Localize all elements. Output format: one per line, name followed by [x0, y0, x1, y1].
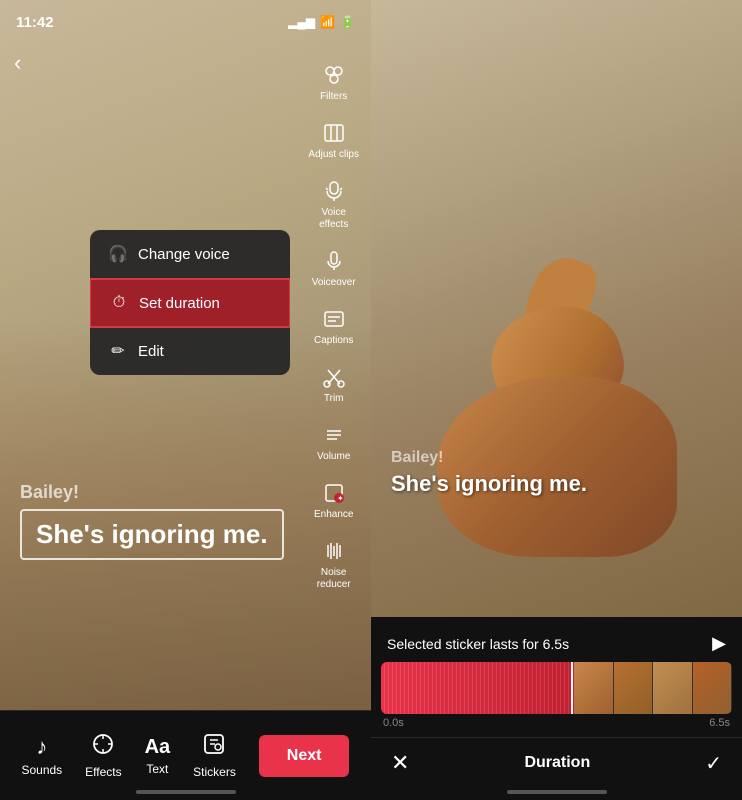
voice-effects-icon	[320, 177, 348, 205]
clock-icon: ⏱	[109, 294, 129, 312]
adjust-clips-icon	[320, 119, 348, 147]
timeline-area: 0.0s 6.5s	[371, 662, 742, 737]
text-tab[interactable]: Aa Text	[145, 736, 171, 776]
right-name: Bailey!	[391, 449, 587, 467]
adjust-clips-label: Adjust clips	[308, 149, 359, 161]
filters-label: Filters	[320, 91, 347, 103]
enhance-icon: ✦	[320, 479, 348, 507]
headphone-icon: 🎧	[108, 244, 128, 264]
effects-label: Effects	[85, 765, 121, 779]
text-label: Text	[146, 762, 168, 776]
context-edit[interactable]: ✏ Edit	[90, 327, 290, 375]
sounds-icon: ♪	[36, 734, 47, 760]
filters-icon	[320, 61, 348, 89]
home-indicator-left	[136, 790, 236, 794]
action-bar: ✕ Duration ✓	[371, 737, 742, 790]
stickers-label: Stickers	[193, 765, 236, 779]
captions-icon	[320, 305, 348, 333]
right-caption: She's ignoring me.	[391, 471, 587, 497]
timeline-frame-1	[574, 662, 613, 714]
video-text-overlay: Bailey! She's ignoring me.	[20, 482, 284, 560]
sticker-info-row: Selected sticker lasts for 6.5s ▶	[371, 627, 742, 662]
stickers-icon	[202, 732, 226, 762]
volume-icon	[320, 421, 348, 449]
toolbar-voiceover[interactable]: Voiceover	[308, 241, 360, 295]
trim-icon	[320, 363, 348, 391]
noise-reducer-label: Noisereducer	[317, 567, 351, 591]
captions-label: Captions	[314, 335, 353, 347]
timeline-start-label: 0.0s	[383, 717, 404, 729]
context-menu: 🎧 Change voice ⏱ Set duration ✏ Edit	[90, 230, 290, 375]
duration-title: Duration	[524, 754, 590, 772]
stickers-tab[interactable]: Stickers	[193, 732, 236, 779]
back-button[interactable]: ‹	[14, 50, 21, 76]
noise-reducer-icon	[320, 537, 348, 565]
home-indicator-right	[507, 790, 607, 794]
battery-icon: 🔋	[340, 15, 355, 29]
toolbar-captions[interactable]: Captions	[310, 299, 357, 353]
text-icon: Aa	[145, 736, 171, 759]
edit-icon: ✏	[108, 341, 128, 361]
right-bottom-controls: Selected sticker lasts for 6.5s ▶ 0.0s 6…	[371, 617, 742, 800]
svg-text:✦: ✦	[337, 494, 344, 503]
right-panel: Bailey! She's ignoring me. Selected stic…	[371, 0, 742, 800]
overlay-caption: She's ignoring me.	[36, 519, 268, 549]
sounds-tab[interactable]: ♪ Sounds	[21, 734, 62, 777]
context-set-duration[interactable]: ⏱ Set duration	[90, 278, 290, 328]
toolbar-enhance[interactable]: ✦ Enhance	[310, 473, 357, 527]
effects-tab[interactable]: Effects	[85, 732, 121, 779]
sounds-label: Sounds	[21, 763, 62, 777]
effects-icon	[91, 732, 115, 762]
timeline-cursor[interactable]	[571, 662, 573, 714]
edit-label: Edit	[138, 343, 164, 360]
toolbar-trim[interactable]: Trim	[316, 357, 352, 411]
toolbar-noise-reducer[interactable]: Noisereducer	[313, 531, 355, 597]
volume-label: Volume	[317, 451, 350, 463]
signal-icon: ▂▄▆	[288, 15, 315, 29]
right-toolbar: Filters Adjust clips Voiceeffects Voiceo…	[304, 55, 363, 597]
play-button[interactable]: ▶	[712, 633, 726, 654]
overlay-text-box[interactable]: She's ignoring me.	[20, 509, 284, 560]
next-button[interactable]: Next	[259, 735, 350, 777]
set-duration-label: Set duration	[139, 295, 220, 312]
timeline-end-label: 6.5s	[709, 717, 730, 729]
voiceover-icon	[320, 247, 348, 275]
context-change-voice[interactable]: 🎧 Change voice	[90, 230, 290, 279]
right-text-overlay: Bailey! She's ignoring me.	[391, 449, 587, 497]
timeline-frame-3	[653, 662, 692, 714]
back-arrow-icon: ‹	[14, 50, 21, 75]
bottom-bar: ♪ Sounds Effects Aa Text Stickers Next	[0, 710, 371, 800]
wifi-icon: 📶	[320, 15, 335, 29]
sticker-info-text: Selected sticker lasts for 6.5s	[387, 636, 569, 652]
status-time: 11:42	[16, 14, 54, 31]
overlay-name: Bailey!	[20, 482, 284, 503]
timeline-labels: 0.0s 6.5s	[381, 714, 732, 729]
confirm-button[interactable]: ✓	[705, 751, 722, 776]
voice-effects-label: Voiceeffects	[319, 207, 348, 231]
left-panel: 11:42 ▂▄▆ 📶 🔋 ‹ Bailey! She's ignoring m…	[0, 0, 371, 800]
toolbar-volume[interactable]: Volume	[313, 415, 354, 469]
toolbar-adjust-clips[interactable]: Adjust clips	[304, 113, 363, 167]
timeline-frames	[574, 662, 732, 714]
trim-label: Trim	[324, 393, 344, 405]
timeline-frame-2	[614, 662, 653, 714]
video-preview-right: Bailey! She's ignoring me.	[371, 0, 742, 617]
timeline-frame-4	[693, 662, 732, 714]
enhance-label: Enhance	[314, 509, 353, 521]
timeline-track[interactable]	[381, 662, 732, 714]
toolbar-voice-effects[interactable]: Voiceeffects	[315, 171, 352, 237]
status-bar: 11:42 ▂▄▆ 📶 🔋	[0, 0, 371, 44]
timeline-waveform	[381, 662, 574, 714]
status-icons: ▂▄▆ 📶 🔋	[288, 15, 355, 29]
change-voice-label: Change voice	[138, 246, 230, 263]
timeline-selected-segment	[381, 662, 574, 714]
voiceover-label: Voiceover	[312, 277, 356, 289]
toolbar-filters[interactable]: Filters	[316, 55, 352, 109]
close-button[interactable]: ✕	[391, 750, 409, 776]
